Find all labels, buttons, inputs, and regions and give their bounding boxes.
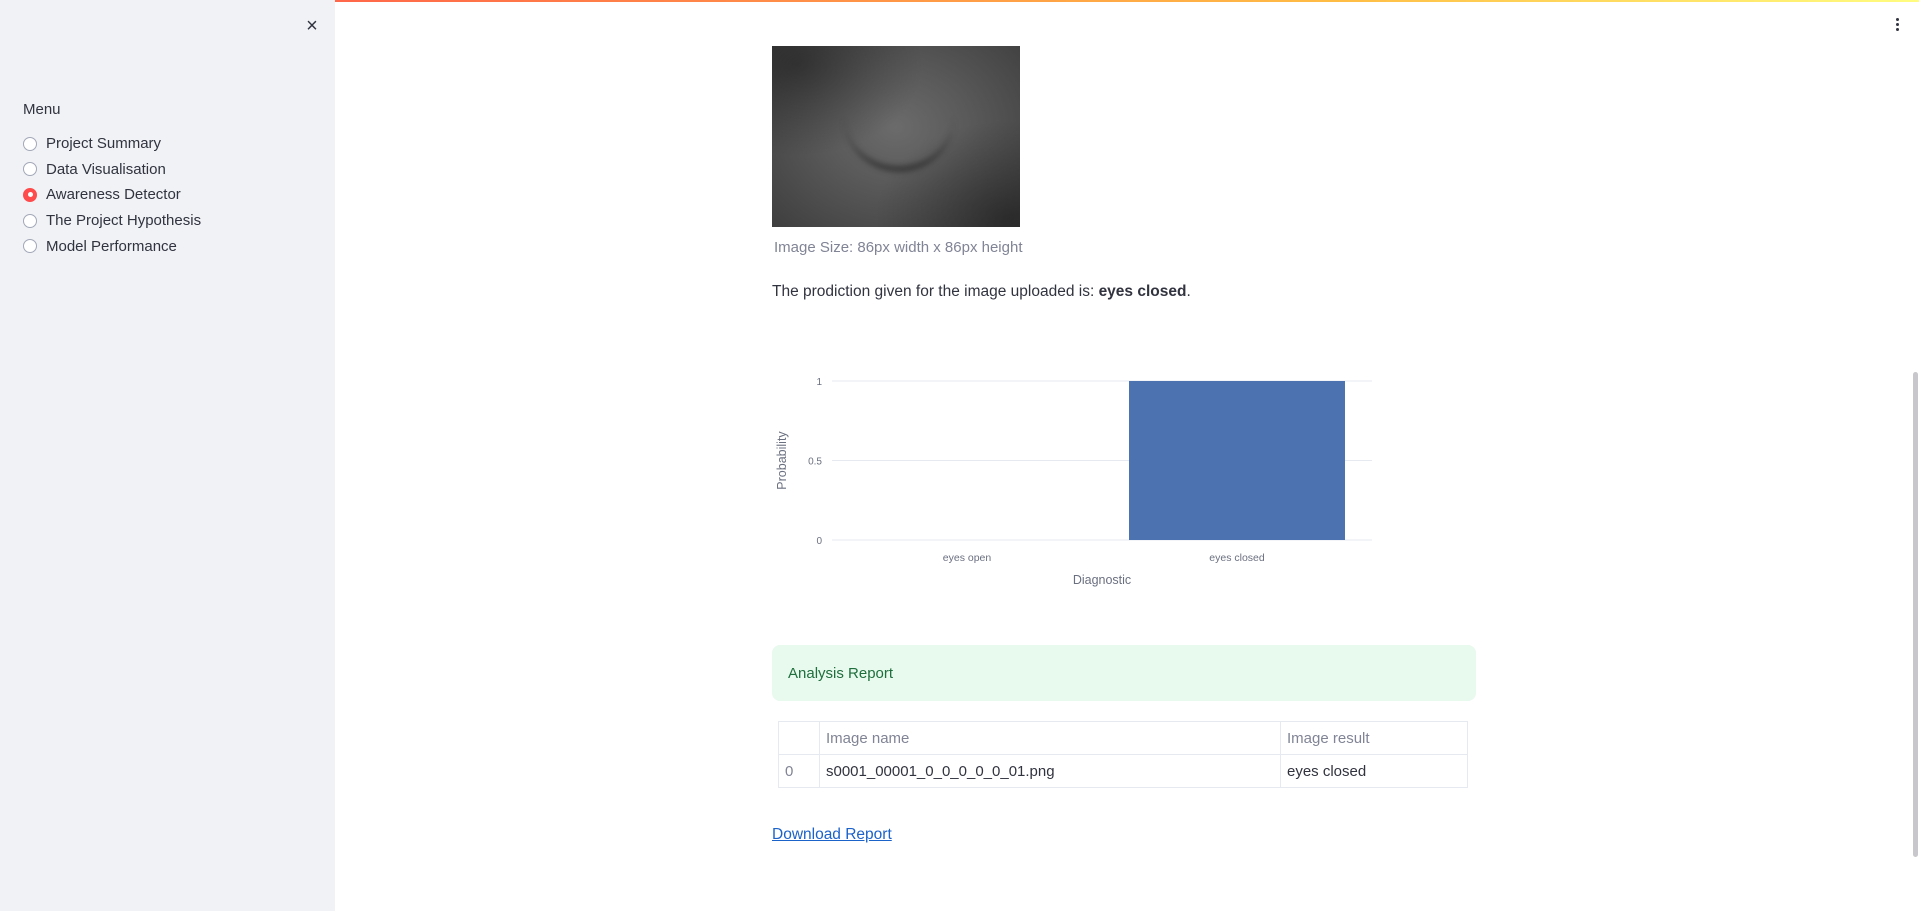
image-caption: Image Size: 86px width x 86px height — [774, 239, 1023, 256]
menu-label: Menu — [23, 101, 61, 118]
menu-option-project-hypothesis[interactable]: The Project Hypothesis — [23, 208, 201, 234]
table-row: 0 s0001_00001_0_0_0_0_0_01.png eyes clos… — [778, 754, 1468, 788]
probability-bar-chart: 0 0.5 1 eyes open eyes closed Diagnostic Proba… — [775, 377, 1372, 587]
sidebar: × Menu Project Summary Data Visualisatio… — [0, 0, 335, 911]
table-header-image-result: Image result — [1280, 721, 1468, 755]
table-cell-image-result: eyes closed — [1280, 754, 1468, 788]
table-cell-image-name: s0001_00001_0_0_0_0_0_01.png — [819, 754, 1281, 788]
y-tick-label: 0 — [816, 536, 822, 547]
table-header-row: Image name Image result — [778, 721, 1468, 755]
menu-radio-group: Project Summary Data Visualisation Aware… — [23, 131, 201, 259]
menu-option-model-performance[interactable]: Model Performance — [23, 233, 201, 259]
menu-option-label: Awareness Detector — [46, 186, 181, 204]
menu-option-label: The Project Hypothesis — [46, 212, 202, 230]
analysis-report-alert: Analysis Report — [772, 645, 1476, 701]
x-tick-label: eyes open — [943, 552, 992, 564]
y-tick-label: 1 — [816, 377, 822, 388]
prediction-value: eyes closed — [1098, 283, 1187, 300]
x-tick-label: eyes closed — [1209, 552, 1265, 564]
scrollbar[interactable] — [1913, 372, 1918, 857]
menu-option-label: Data Visualisation — [46, 160, 166, 178]
table-header-image-name: Image name — [819, 721, 1281, 755]
download-report-link[interactable]: Download Report — [772, 826, 892, 844]
report-table: Image name Image result 0 s0001_00001_0_… — [778, 721, 1468, 788]
prediction-suffix: . — [1186, 283, 1191, 300]
radio-circle-icon — [23, 213, 37, 228]
y-tick-label: 0.5 — [808, 457, 822, 468]
menu-option-project-summary[interactable]: Project Summary — [23, 131, 201, 157]
table-cell-index: 0 — [778, 754, 820, 788]
close-icon[interactable]: × — [300, 14, 324, 38]
table-header-index — [778, 721, 820, 755]
radio-circle-icon — [23, 136, 37, 151]
radio-circle-icon — [23, 162, 37, 177]
uploaded-eye-image — [772, 46, 1020, 227]
prediction-prefix: The prodiction given for the image uploa… — [772, 283, 1099, 300]
radio-circle-icon — [23, 239, 37, 254]
prediction-text: The prodiction given for the image uploa… — [772, 283, 1191, 301]
main-menu-kebab-icon[interactable] — [1887, 12, 1907, 36]
menu-option-data-visualisation[interactable]: Data Visualisation — [23, 157, 201, 183]
menu-option-awareness-detector[interactable]: Awareness Detector — [23, 182, 201, 208]
bar-eyes-closed — [1129, 381, 1345, 540]
menu-option-label: Model Performance — [46, 237, 177, 255]
radio-selected-icon — [23, 187, 37, 202]
x-axis-label: Diagnostic — [1073, 573, 1131, 587]
y-axis-label: Probability — [775, 431, 789, 490]
menu-option-label: Project Summary — [46, 135, 162, 153]
